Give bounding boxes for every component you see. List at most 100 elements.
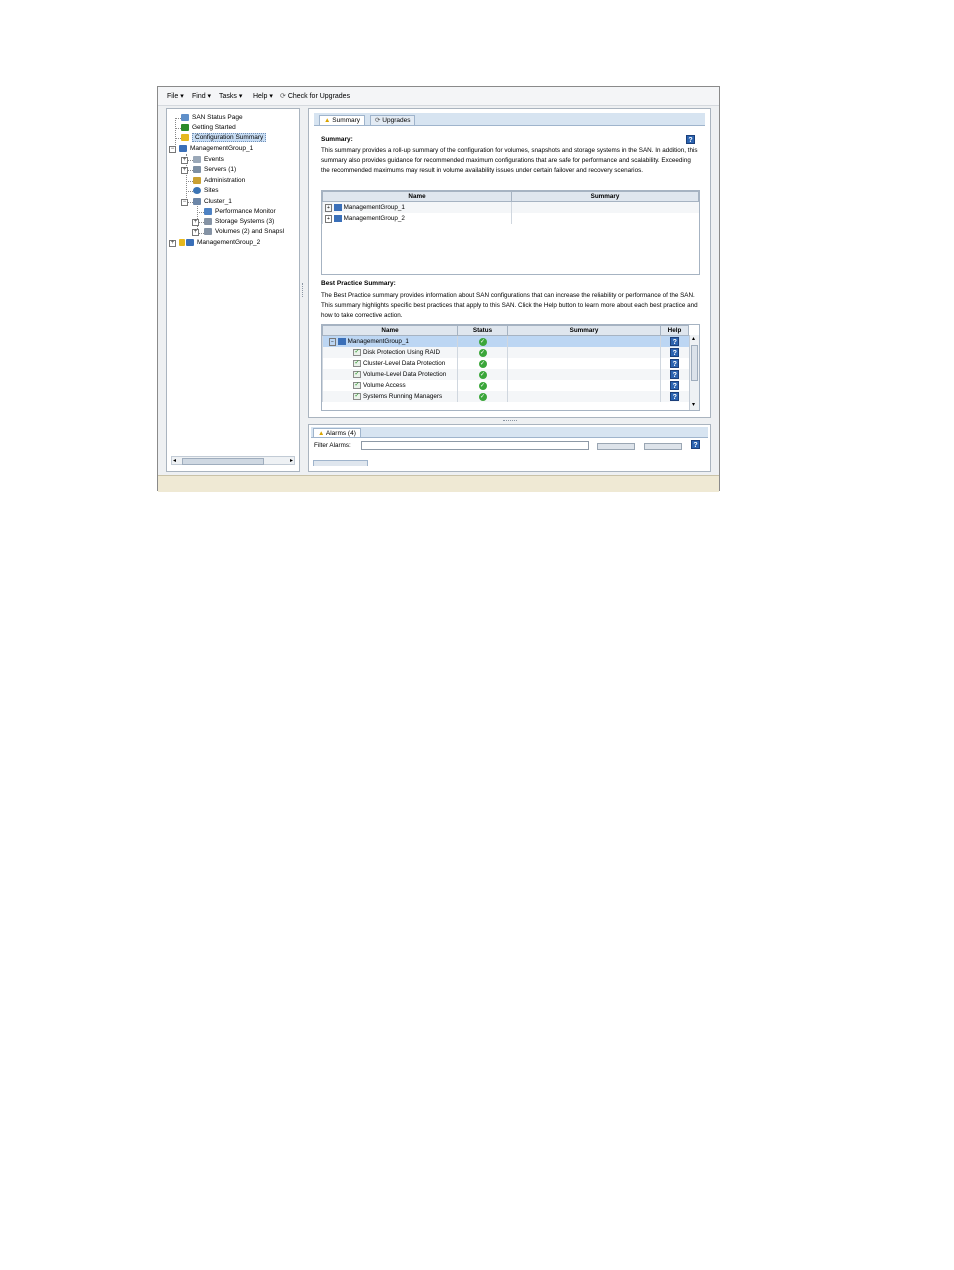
table-row[interactable]: − ManagementGroup_1 ✓ ?: [322, 335, 689, 347]
alarms-tab-bar: ▲ Alarms (4): [311, 427, 708, 438]
tree-item-storage-systems[interactable]: Storage Systems (3): [204, 218, 274, 226]
management-group-icon: [333, 214, 342, 222]
status-bar: [158, 475, 719, 492]
help-icon[interactable]: ?: [670, 381, 680, 390]
filter-apply-button[interactable]: [597, 443, 635, 450]
tree-item-mg2[interactable]: ManagementGroup_2: [179, 239, 260, 247]
expand-toggle[interactable]: −: [169, 146, 176, 153]
help-icon[interactable]: ?: [670, 348, 680, 357]
check-upgrades-label: Check for Upgrades: [287, 93, 351, 100]
cluster-icon: [193, 198, 201, 205]
tree-item-administration[interactable]: Administration: [193, 177, 245, 185]
column-header[interactable]: Name: [322, 325, 458, 336]
status-ok-icon: ✓: [478, 370, 487, 379]
column-header[interactable]: Summary: [507, 325, 661, 336]
management-group-icon: [179, 145, 187, 152]
status-ok-icon: ✓: [478, 381, 487, 390]
column-header[interactable]: Help: [660, 325, 689, 336]
expand-toggle[interactable]: +: [192, 219, 199, 226]
menu-tasks[interactable]: Tasks ▾: [219, 92, 242, 100]
content-pane: ▲ Summary ⟳ Upgrades Summary: ? This sum…: [308, 108, 711, 418]
tree-item-mg1[interactable]: ManagementGroup_1: [179, 145, 253, 153]
events-icon: [193, 156, 201, 163]
help-icon[interactable]: ?: [686, 135, 695, 144]
expand-toggle[interactable]: +: [325, 215, 332, 224]
summary-heading: Summary:: [321, 136, 353, 143]
navigation-tree[interactable]: SAN Status Page Getting Started Configur…: [166, 108, 300, 472]
tab-alarms[interactable]: ▲ Alarms (4): [313, 428, 361, 437]
check-upgrades-button[interactable]: ⟳ Check for Upgrades: [280, 92, 350, 100]
scroll-up-arrow-icon[interactable]: ▴: [692, 335, 695, 342]
performance-monitor-icon: [204, 208, 212, 215]
menu-find[interactable]: Find ▾: [192, 92, 211, 100]
vertical-scrollbar[interactable]: ▴ ▾: [689, 335, 699, 410]
expand-toggle[interactable]: +: [169, 240, 176, 247]
scroll-down-arrow-icon[interactable]: ▾: [692, 401, 695, 408]
horizontal-scrollbar[interactable]: ◂ ▸: [171, 456, 295, 465]
scrollbar-thumb[interactable]: [182, 458, 264, 465]
tree-item-getting-started[interactable]: Getting Started: [181, 124, 236, 132]
tab-upgrades[interactable]: ⟳ Upgrades: [370, 115, 416, 125]
tree-item-cluster[interactable]: Cluster_1: [193, 198, 232, 206]
help-icon[interactable]: ?: [670, 392, 680, 401]
tree-item-sites[interactable]: Sites: [193, 187, 218, 195]
table-row[interactable]: ✓ Volume Access ✓ ?: [322, 380, 689, 391]
table-row[interactable]: + ManagementGroup_1: [322, 201, 699, 213]
help-icon[interactable]: ?: [691, 440, 700, 449]
alarms-pane: ▲ Alarms (4) Filter Alarms: ?: [308, 424, 711, 472]
filter-alarms-label: Filter Alarms:: [314, 442, 351, 449]
tree-item-san-status[interactable]: SAN Status Page: [181, 114, 243, 122]
expand-toggle[interactable]: +: [181, 167, 188, 174]
tree-item-events[interactable]: Events: [193, 156, 224, 164]
warning-icon: ▲: [324, 117, 331, 124]
tree-item-configuration-summary[interactable]: Configuration Summary: [181, 133, 267, 143]
filter-clear-button[interactable]: [644, 443, 682, 450]
table-row[interactable]: ✓ Cluster-Level Data Protection ✓ ?: [322, 358, 689, 369]
tree-item-servers[interactable]: Servers (1): [193, 166, 236, 174]
column-header[interactable]: Status: [457, 325, 508, 336]
menu-file[interactable]: File ▾: [167, 92, 184, 100]
best-practice-check-icon: ✓: [353, 370, 361, 378]
table-row[interactable]: ✓ Disk Protection Using RAID ✓ ?: [322, 347, 689, 358]
column-header[interactable]: Name: [322, 191, 512, 202]
best-practice-check-icon: ✓: [353, 392, 361, 400]
table-row[interactable]: + ManagementGroup_2: [322, 213, 699, 224]
tab-bar: ▲ Summary ⟳ Upgrades: [314, 113, 705, 126]
status-ok-icon: ✓: [478, 337, 487, 346]
arrow-right-icon: [181, 124, 189, 131]
best-practice-description: The Best Practice summary provides infor…: [321, 292, 698, 319]
warning-icon: ▲: [318, 430, 325, 437]
expand-toggle[interactable]: +: [192, 229, 199, 236]
scrollbar-thumb[interactable]: [691, 345, 698, 381]
scroll-left-arrow-icon[interactable]: ◂: [173, 457, 176, 464]
tree-item-volumes[interactable]: Volumes (2) and Snapsl: [204, 228, 284, 236]
help-icon[interactable]: ?: [670, 370, 680, 379]
table-row[interactable]: ✓ Systems Running Managers ✓ ?: [322, 391, 689, 402]
alarms-table-header: [313, 460, 368, 466]
best-practice-table-frame: Name Status Summary Help − ManagementGro…: [321, 324, 700, 411]
horizontal-splitter[interactable]: [503, 420, 517, 423]
help-icon[interactable]: ?: [670, 337, 680, 346]
expand-toggle[interactable]: +: [325, 204, 332, 213]
best-practice-check-icon: ✓: [353, 359, 361, 367]
upgrade-icon: ⟳: [375, 117, 381, 124]
collapse-toggle[interactable]: −: [329, 338, 336, 347]
tab-summary[interactable]: ▲ Summary: [319, 115, 366, 125]
tree-item-performance-monitor[interactable]: Performance Monitor: [204, 208, 276, 216]
scroll-right-arrow-icon[interactable]: ▸: [290, 457, 293, 464]
administration-icon: [193, 177, 201, 184]
expand-toggle[interactable]: +: [181, 157, 188, 164]
help-icon[interactable]: ?: [670, 359, 680, 368]
status-ok-icon: ✓: [478, 392, 487, 401]
sites-icon: [193, 187, 201, 194]
menu-help[interactable]: Help ▾: [253, 92, 273, 100]
best-practice-check-icon: ✓: [353, 381, 361, 389]
management-group-icon: [186, 239, 194, 246]
expand-toggle[interactable]: −: [181, 199, 188, 206]
vertical-splitter[interactable]: [302, 283, 305, 297]
volume-icon: [204, 228, 212, 235]
best-practice-check-icon: ✓: [353, 348, 361, 356]
filter-alarms-input[interactable]: [361, 441, 589, 450]
table-row[interactable]: ✓ Volume-Level Data Protection ✓ ?: [322, 369, 689, 380]
column-header[interactable]: Summary: [511, 191, 699, 202]
